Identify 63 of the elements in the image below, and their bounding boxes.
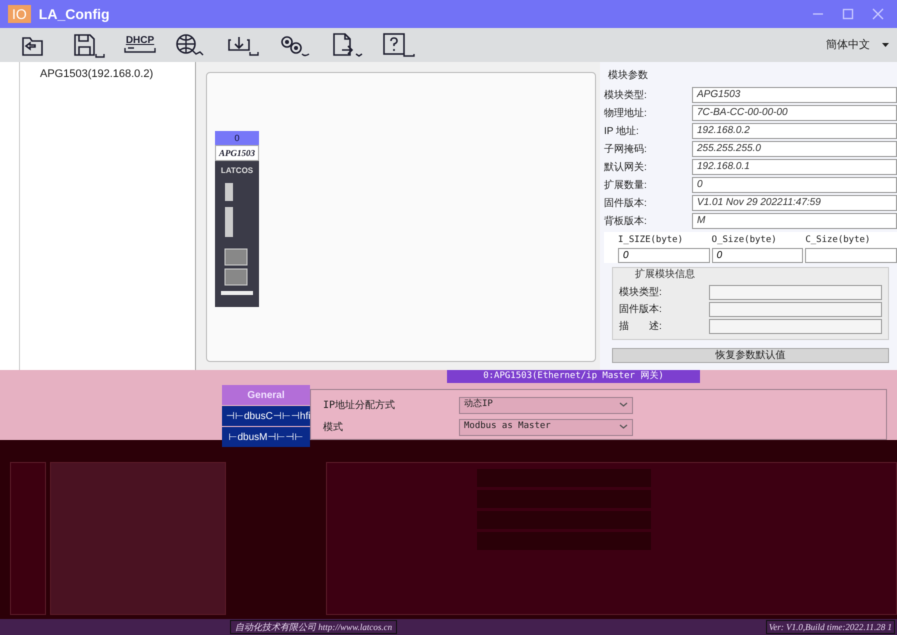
field-label: 子网掩码: <box>604 142 648 156</box>
select-field[interactable]: Modbus as Master <box>459 418 633 436</box>
column-header: O_Size(byte) <box>712 234 778 247</box>
group-title: 模块参数 <box>607 68 649 83</box>
document-arrow-icon <box>330 32 364 58</box>
chevron-icon <box>619 424 628 430</box>
close-button[interactable] <box>871 7 885 21</box>
field-label: 背板版本: <box>604 214 648 228</box>
field-label: 扩展数量: <box>604 178 648 192</box>
maximize-button[interactable] <box>841 7 855 21</box>
slot-label[interactable]: 0 <box>215 131 259 145</box>
input-field[interactable]: 0 <box>692 177 897 193</box>
chevron-icon <box>619 402 628 408</box>
tree-item[interactable]: APG1503(192.168.0.2) <box>40 66 195 82</box>
field-label: 模块类型: <box>604 88 648 102</box>
app-logo: IO <box>8 5 31 23</box>
module-name: APG1503 <box>215 145 259 161</box>
group-title: 扩展模块信息 <box>634 268 696 282</box>
bracket-icon <box>124 46 156 54</box>
window-title: LA_Config <box>38 4 110 24</box>
help-button[interactable] <box>382 31 416 59</box>
field-label: 描 述: <box>619 320 663 334</box>
input-field[interactable] <box>709 319 882 334</box>
input-field[interactable]: 255.255.255.0 <box>692 141 897 157</box>
input-field[interactable] <box>709 302 882 317</box>
field-label: 物理地址: <box>604 106 648 120</box>
help-icon <box>382 32 416 58</box>
export-button[interactable] <box>330 31 364 59</box>
field-label: 默认网关: <box>604 160 648 174</box>
save-button[interactable] <box>72 31 106 59</box>
input-field[interactable]: 192.168.0.1 <box>692 159 897 175</box>
maximize-icon <box>842 8 854 20</box>
input-field[interactable] <box>709 285 882 300</box>
field-label: 模块类型: <box>619 286 663 300</box>
company-info: 自动化技术有限公司 http://www.latcos.cn <box>230 620 398 634</box>
device-tag: 0:APG1503(Ethernet/ip Master 网关) <box>447 370 700 383</box>
input-field[interactable]: 192.168.0.2 <box>692 123 897 139</box>
version-info: Ver: V1.0,Build time:2022.11.28 1 <box>766 620 895 634</box>
tab[interactable]: ⊣⊢dbusC⊣⊢⊣hfi <box>222 406 310 426</box>
input-field[interactable]: 0 <box>712 248 804 263</box>
floppy-disk-icon <box>72 32 106 58</box>
input-field[interactable]: 7C-BA-CC-00-00-00 <box>692 105 897 121</box>
column-header: I_SIZE(byte) <box>618 234 684 247</box>
input-field[interactable]: APG1503 <box>692 87 897 103</box>
field-label: 固件版本: <box>619 302 663 317</box>
brand-logo: LATCOS <box>220 165 254 177</box>
language-dropdown[interactable]: 簡体中文 <box>826 36 889 54</box>
input-field[interactable]: M <box>692 213 897 229</box>
input-field[interactable] <box>805 248 897 263</box>
input-field[interactable]: V1.01 Nov 29 202211:47:59 <box>692 195 897 211</box>
close-icon <box>872 8 884 20</box>
dhcp-label: DHCP <box>126 36 154 46</box>
tab[interactable]: ⊢dbusM⊣⊢⊣⊢ <box>222 427 310 447</box>
field-label: IP 地址: <box>604 124 640 138</box>
reset-defaults-button[interactable]: 恢复参数默认值 <box>612 348 889 363</box>
input-field[interactable]: 0 <box>618 248 710 263</box>
field-label: IP地址分配方式 <box>323 398 396 412</box>
select-field[interactable]: 动态IP <box>459 396 633 414</box>
field-label: 模式 <box>323 420 344 434</box>
caret-icon <box>882 43 889 47</box>
column-header: C_Size(byte) <box>805 234 872 247</box>
dhcp-button[interactable]: DHCP <box>124 31 156 59</box>
field-label: 固件版本: <box>604 196 648 210</box>
